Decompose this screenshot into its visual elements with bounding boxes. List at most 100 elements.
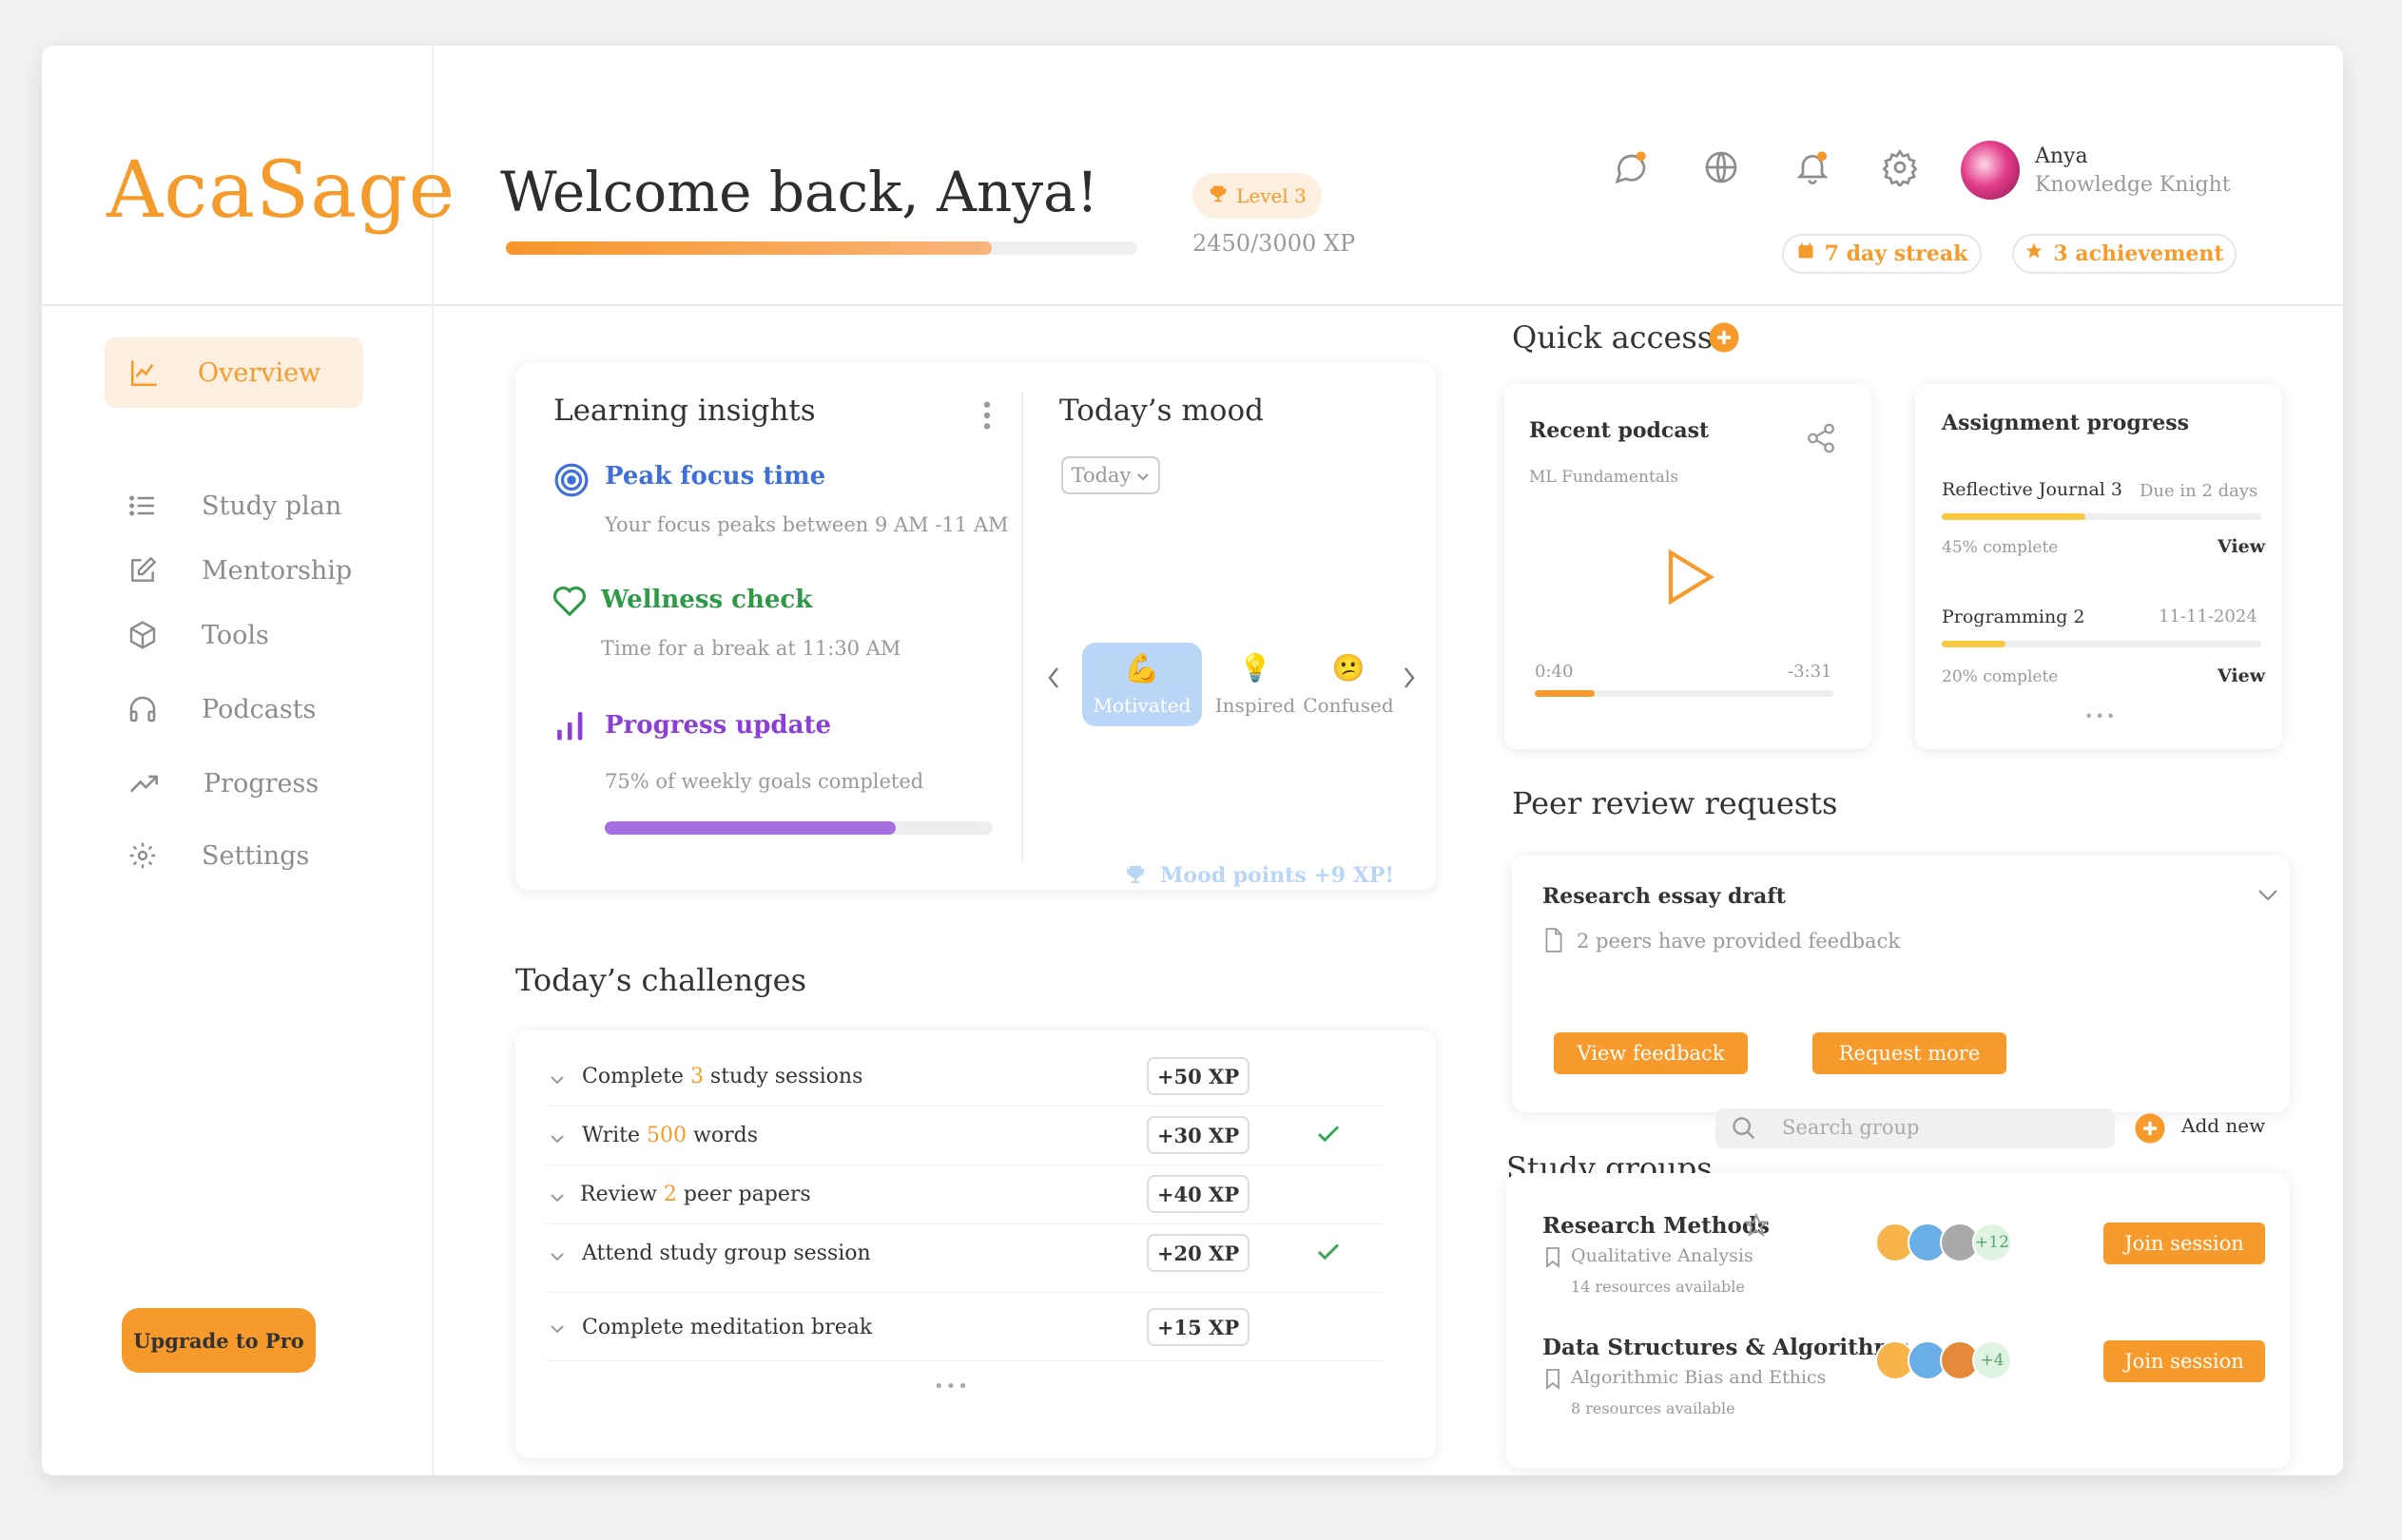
challenges-title: Today’s challenges xyxy=(515,962,806,998)
group-topic: Qualitative Analysis xyxy=(1571,1245,1753,1266)
chevron-down-icon xyxy=(550,1247,565,1262)
card-divider xyxy=(1021,392,1023,861)
mood-option-inspired[interactable]: 💡 Inspired xyxy=(1206,643,1305,726)
quick-access-title: Quick access xyxy=(1512,319,1714,356)
group-resources: 14 resources available xyxy=(1571,1278,1745,1296)
progress-title: Progress update xyxy=(605,711,831,740)
add-quick-access-button[interactable] xyxy=(1708,321,1740,357)
bookmark-icon xyxy=(1544,1247,1561,1272)
challenge-row[interactable]: Review 2 peer papers +40 XP xyxy=(546,1165,1383,1224)
more-icon[interactable]: ••• xyxy=(2084,707,2117,725)
sidebar-item-label: Podcasts xyxy=(202,694,317,724)
mood-label: Motivated xyxy=(1093,694,1191,717)
xp-reward-badge: +30 XP xyxy=(1147,1116,1249,1154)
view-feedback-button[interactable]: View feedback xyxy=(1554,1032,1748,1074)
podcast-card[interactable]: Recent podcast ML Fundamentals 0:40 -3:3… xyxy=(1504,384,1871,749)
sidebar-item-podcasts[interactable]: Podcasts xyxy=(126,692,316,726)
chart-icon xyxy=(127,356,162,390)
mood-title: Today’s mood xyxy=(1059,394,1264,428)
chevron-down-icon xyxy=(550,1188,565,1203)
chevron-right-icon[interactable] xyxy=(1402,665,1417,694)
join-session-button[interactable]: Join session xyxy=(2103,1222,2265,1264)
request-more-button[interactable]: Request more xyxy=(1812,1032,2006,1074)
add-group-label[interactable]: Add new xyxy=(2181,1114,2265,1137)
chevron-down-icon xyxy=(550,1319,565,1335)
xp-reward-badge: +15 XP xyxy=(1147,1308,1249,1346)
group-name: Research Methods xyxy=(1542,1213,1770,1239)
peak-focus-desc: Your focus peaks between 9 AM -11 AM xyxy=(605,513,1009,536)
check-icon xyxy=(1314,1238,1343,1266)
upgrade-button[interactable]: Upgrade to Pro xyxy=(122,1308,316,1373)
chevron-left-icon[interactable] xyxy=(1046,665,1061,694)
search-group-input[interactable]: Search group xyxy=(1715,1108,2115,1148)
share-icon[interactable] xyxy=(1805,422,1837,458)
chat-icon[interactable] xyxy=(1611,148,1649,186)
mood-option-motivated[interactable]: 💪 Motivated xyxy=(1082,643,1202,726)
level-label: Level 3 xyxy=(1236,184,1307,207)
achievement-badge[interactable]: 3 achievement xyxy=(2012,234,2237,274)
assignment-due: 11-11-2024 xyxy=(2159,606,2257,626)
sidebar-item-study-plan[interactable]: Study plan xyxy=(126,489,341,523)
group-topic: Algorithmic Bias and Ethics xyxy=(1571,1367,1827,1388)
star-outline-icon[interactable] xyxy=(1743,1212,1770,1242)
trophy-icon xyxy=(1124,863,1147,890)
sidebar-item-mentorship[interactable]: Mentorship xyxy=(126,553,352,587)
podcast-subtitle: ML Fundamentals xyxy=(1529,468,1679,487)
chevron-down-icon xyxy=(550,1129,565,1145)
add-group-button[interactable] xyxy=(2134,1112,2166,1148)
sidebar-divider xyxy=(432,46,434,1475)
bell-icon[interactable] xyxy=(1793,148,1831,186)
sidebar-item-settings[interactable]: Settings xyxy=(126,838,309,873)
view-link[interactable]: View xyxy=(2218,665,2265,686)
assignment-title: Assignment progress xyxy=(1942,411,2190,435)
heart-icon xyxy=(552,584,588,622)
challenge-label: Review 2 peer papers xyxy=(580,1183,811,1206)
avatar[interactable] xyxy=(1961,141,2020,200)
mood-date-select[interactable]: Today xyxy=(1061,456,1160,494)
challenge-row[interactable]: Attend study group session +20 XP xyxy=(546,1224,1383,1293)
assignment-due: Due in 2 days xyxy=(2140,481,2258,501)
header-divider xyxy=(42,304,2343,306)
gear-icon xyxy=(126,838,160,873)
sidebar-item-tools[interactable]: Tools xyxy=(126,618,269,652)
assignment-progress-bar xyxy=(1942,513,2261,520)
sidebar-item-progress[interactable]: Progress xyxy=(127,766,319,800)
join-session-button[interactable]: Join session xyxy=(2103,1340,2265,1382)
globe-icon[interactable] xyxy=(1702,148,1740,186)
challenge-row[interactable]: Complete 3 study sessions +50 XP xyxy=(546,1048,1383,1107)
play-icon[interactable] xyxy=(1664,548,1717,610)
sidebar-item-label: Settings xyxy=(202,840,310,871)
file-icon xyxy=(1542,928,1565,956)
insights-card: Learning insights Peak focus time Your f… xyxy=(515,363,1436,890)
member-count: +4 xyxy=(1972,1340,2012,1380)
xp-text: 2450/3000 XP xyxy=(1192,230,1356,257)
member-avatars: +4 xyxy=(1875,1340,2012,1380)
more-icon[interactable]: ••• xyxy=(934,1376,970,1396)
challenge-row[interactable]: Complete meditation break +15 XP xyxy=(546,1293,1383,1361)
mood-points: Mood points +9 XP! xyxy=(1160,863,1395,888)
feedback-text: 2 peers have provided feedback xyxy=(1577,930,1901,953)
xp-reward-badge: +40 XP xyxy=(1147,1175,1249,1213)
streak-badge[interactable]: 7 day streak xyxy=(1782,234,1982,274)
bar-chart-icon xyxy=(555,709,586,745)
peer-review-card: Research essay draft 2 peers have provid… xyxy=(1512,856,2290,1112)
bookmark-icon xyxy=(1544,1369,1561,1394)
more-vertical-icon[interactable] xyxy=(981,399,993,435)
mood-date-value: Today xyxy=(1071,464,1132,487)
assignment-complete: 20% complete xyxy=(1942,667,2059,686)
gear-icon[interactable] xyxy=(1881,148,1919,189)
level-badge: Level 3 xyxy=(1192,173,1322,219)
view-link[interactable]: View xyxy=(2218,536,2265,557)
challenge-label: Write 500 words xyxy=(582,1124,758,1147)
podcast-progress-bar[interactable] xyxy=(1535,690,1833,697)
page-title: Welcome back, Anya! xyxy=(500,160,1099,224)
insights-title: Learning insights xyxy=(553,394,816,428)
chevron-down-icon[interactable] xyxy=(2257,888,2278,906)
mood-option-confused[interactable]: 😕 Confused xyxy=(1299,643,1398,726)
sidebar-item-label: Progress xyxy=(203,768,320,799)
calendar-icon xyxy=(1796,241,1815,266)
member-count: +12 xyxy=(1972,1222,2012,1262)
star-icon xyxy=(2024,241,2044,266)
sidebar-item-overview[interactable]: Overview xyxy=(105,337,363,408)
challenge-row[interactable]: Write 500 words +30 XP xyxy=(546,1107,1383,1165)
